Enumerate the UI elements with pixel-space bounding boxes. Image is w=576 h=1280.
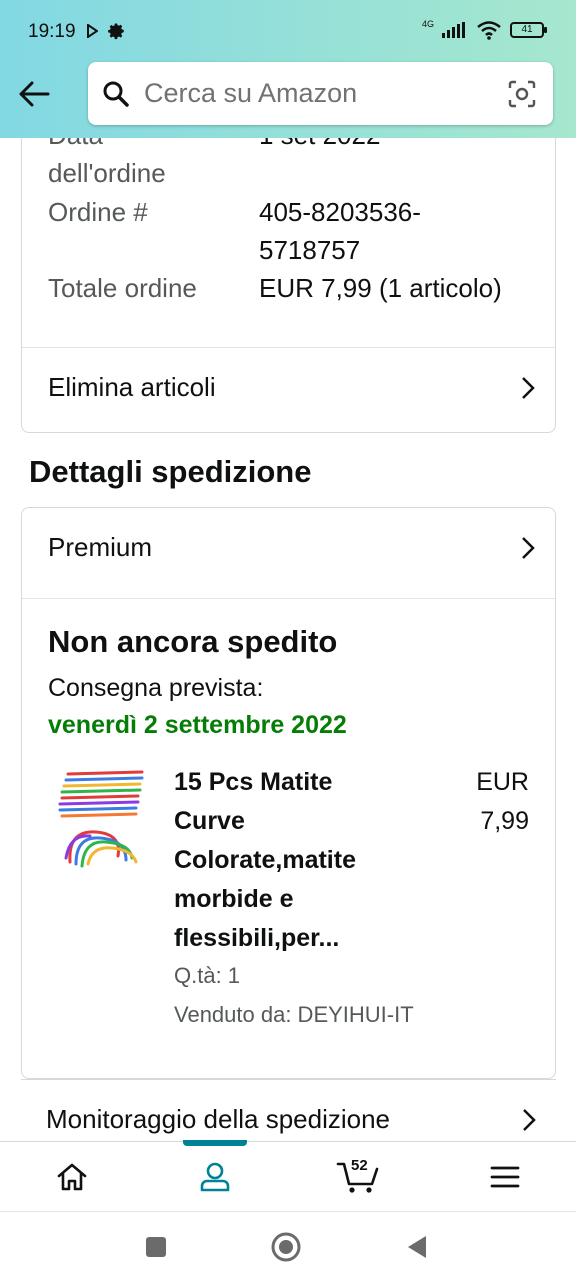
chevron-right-icon: [523, 1109, 536, 1131]
back-button[interactable]: [14, 74, 54, 114]
recents-button[interactable]: [141, 1232, 171, 1262]
delete-items-label: Elimina articoli: [48, 372, 216, 402]
shipping-details-title: Dettagli spedizione: [29, 454, 312, 489]
order-number-value-line1: 405-8203536-: [259, 197, 421, 227]
shipping-type-row[interactable]: Premium: [22, 508, 555, 592]
home-system-button[interactable]: [271, 1232, 301, 1262]
settings-gear-icon: [108, 23, 124, 40]
triangle-back-icon: [408, 1236, 426, 1258]
status-bar: 19:19 4G 41: [0, 0, 576, 64]
arrow-left-icon: [19, 81, 50, 107]
nav-cart[interactable]: [286, 1142, 430, 1212]
search-bar[interactable]: Cerca su Amazon: [88, 62, 553, 125]
system-navigation-bar: [0, 1211, 576, 1280]
bottom-navigation: 52: [0, 1140, 576, 1212]
square-recents-icon: [146, 1237, 166, 1257]
back-system-button[interactable]: [402, 1232, 432, 1262]
delete-items-row[interactable]: Elimina articoli: [22, 348, 555, 432]
order-date-label-line1: Data: [48, 138, 103, 154]
delivery-estimate-label: Consegna prevista:: [48, 674, 264, 702]
order-date-value: 1 set 2022: [259, 138, 380, 154]
camera-scan-icon[interactable]: [507, 79, 537, 109]
shipment-tracking-label: Monitoraggio della spedizione: [46, 1104, 391, 1134]
shipment-card: Premium Non ancora spedito Consegna prev…: [21, 507, 556, 1079]
order-total-value: EUR 7,99 (1 articolo): [259, 273, 502, 303]
signal-icon: [442, 22, 465, 38]
order-details-content[interactable]: Data dell'ordine 1 set 2022 Ordine # 405…: [0, 138, 576, 1141]
home-icon: [57, 1163, 87, 1191]
divider: [22, 598, 555, 599]
order-number-label: Ordine #: [48, 197, 148, 227]
nav-menu[interactable]: [433, 1142, 576, 1212]
search-input[interactable]: Cerca su Amazon: [144, 78, 357, 109]
shipment-tracking-row[interactable]: Monitoraggio della spedizione: [21, 1079, 556, 1141]
product-image[interactable]: [56, 770, 146, 870]
order-number-value-line2: 5718757: [259, 235, 361, 265]
battery-indicator: 41: [510, 22, 547, 38]
hamburger-menu-icon: [490, 1166, 520, 1188]
product-title[interactable]: 15 Pcs Matite Curve Colorate,matite morb…: [174, 763, 414, 958]
chevron-right-icon: [522, 377, 535, 399]
order-date-label-line2: dell'ordine: [48, 158, 166, 188]
product-quantity: Q.tà: 1: [174, 963, 241, 988]
user-profile-icon: [200, 1162, 230, 1192]
chevron-right-icon: [522, 537, 535, 559]
nav-account[interactable]: [143, 1142, 287, 1212]
delivery-date: venerdì 2 settembre 2022: [48, 711, 347, 739]
app-header: 19:19 4G 41 Cerca su Amazon: [0, 0, 576, 138]
cart-count-badge: 52: [351, 1157, 368, 1174]
order-total-label: Totale ordine: [48, 273, 197, 303]
circle-home-icon: [271, 1232, 301, 1262]
order-summary-card: Data dell'ordine 1 set 2022 Ordine # 405…: [21, 138, 556, 433]
nav-home[interactable]: [0, 1142, 144, 1212]
wifi-icon: [477, 21, 501, 40]
network-type: 4G: [421, 19, 434, 29]
product-price: EUR 7,99: [476, 768, 529, 835]
play-notification-icon: [87, 24, 98, 38]
shipment-status: Non ancora spedito: [48, 624, 338, 659]
status-time: 19:19: [28, 21, 76, 42]
shipping-type-label: Premium: [48, 532, 153, 562]
search-icon: [103, 81, 129, 107]
product-seller: Venduto da: DEYIHUI-IT: [174, 1002, 414, 1027]
